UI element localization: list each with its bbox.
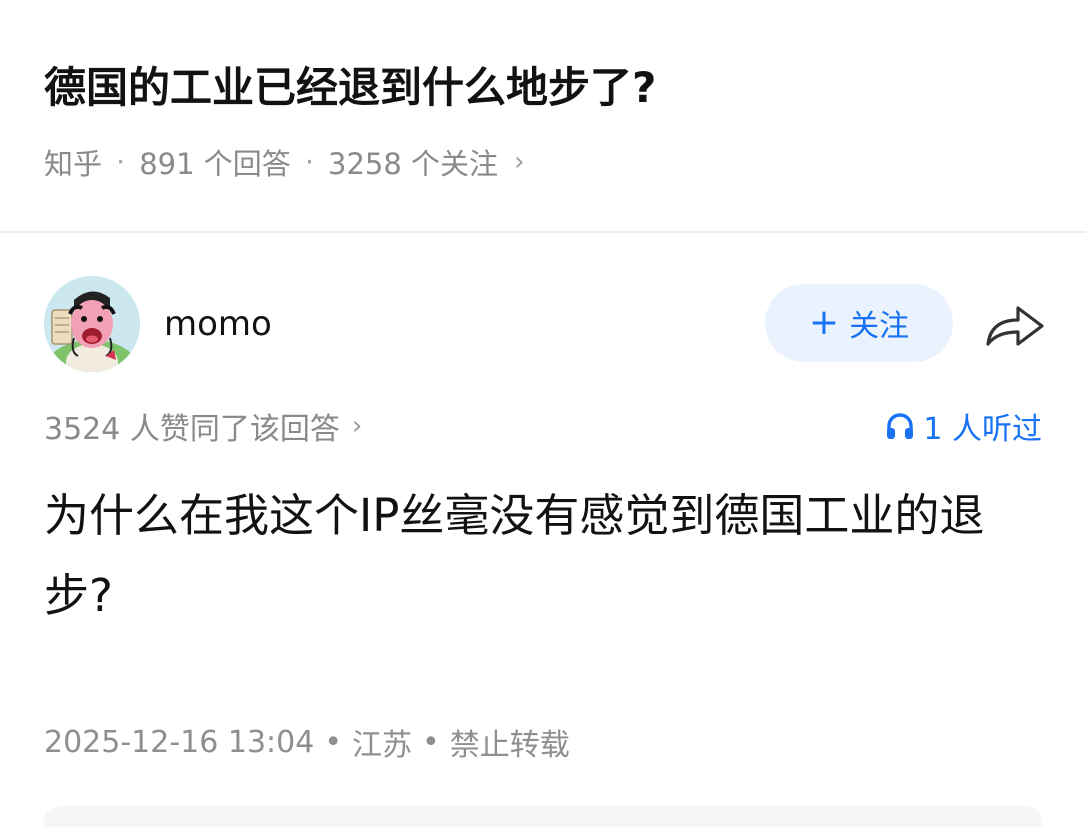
plus-icon: + <box>808 302 840 343</box>
copyright-notice: 禁止转载 <box>449 728 570 763</box>
bottom-card <box>44 806 1042 827</box>
question-title[interactable]: 德国的工业已经退到什么地步了? <box>44 56 1024 120</box>
cartoon-avatar-icon <box>44 276 140 372</box>
answer-datetime: 2025-12-16 13:04 <box>44 724 315 760</box>
answer-location: 江苏 <box>352 728 413 763</box>
listened-text: 1 人听过 <box>923 412 1042 447</box>
footer-separator: • <box>422 724 440 760</box>
upvotes-text: 3524 人赞同了该回答 <box>44 412 340 447</box>
share-button[interactable] <box>982 300 1046 350</box>
share-arrow-icon <box>986 306 1044 346</box>
meta-separator: · <box>304 145 315 179</box>
answer-footer-meta: 2025-12-16 13:04 • 江苏 • 禁止转载 <box>44 720 570 764</box>
upvotes-link[interactable]: 3524 人赞同了该回答 › <box>44 404 362 448</box>
section-divider <box>0 231 1086 233</box>
answers-count: 891 个回答 <box>139 147 291 181</box>
follow-label: 关注 <box>849 309 910 344</box>
question-meta[interactable]: 知乎 · 891 个回答 · 3258 个关注 › <box>44 140 524 184</box>
chevron-right-icon: › <box>514 147 525 177</box>
answer-content: 为什么在我这个IP丝毫没有感觉到德国工业的退步? <box>44 489 985 622</box>
follow-button[interactable]: + 关注 <box>765 284 953 362</box>
source-label: 知乎 <box>44 147 103 181</box>
headphones-icon <box>887 413 914 439</box>
author-name[interactable]: momo <box>164 300 272 348</box>
answer-page: 德国的工业已经退到什么地步了? 知乎 · 891 个回答 · 3258 个关注 … <box>0 0 1086 827</box>
avatar[interactable] <box>44 276 140 372</box>
footer-separator: • <box>324 724 343 760</box>
chevron-right-icon: › <box>351 411 363 441</box>
meta-separator: · <box>116 145 126 179</box>
listened-indicator[interactable]: 1 人听过 <box>885 404 1042 448</box>
followers-count: 3258 个关注 <box>328 147 499 181</box>
